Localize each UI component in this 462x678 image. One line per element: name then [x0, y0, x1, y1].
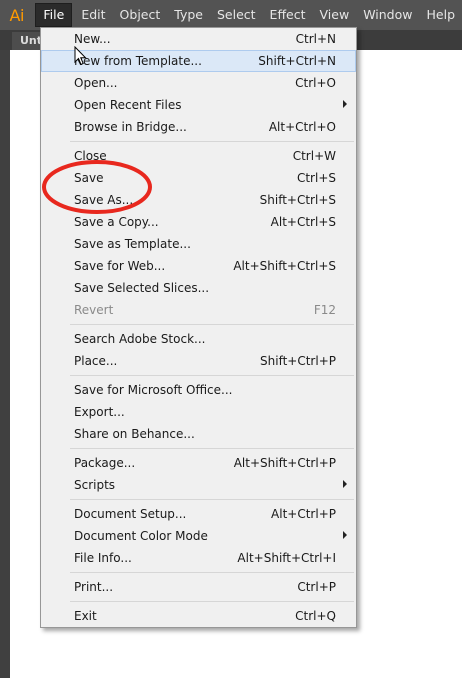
menu-separator: [41, 445, 356, 452]
menu-help[interactable]: Help: [420, 0, 462, 30]
menu-item-new-from-template[interactable]: New from Template... Shift+Ctrl+N: [41, 50, 356, 72]
menu-item-label: Save as Template...: [74, 237, 191, 251]
menu-item-label: Browse in Bridge...: [74, 120, 187, 134]
menu-item-label: Save for Web...: [74, 259, 166, 273]
menu-item-share-on-behance[interactable]: Share on Behance...: [41, 423, 356, 445]
menu-effect[interactable]: Effect: [263, 0, 313, 30]
menu-item-shortcut: Shift+Ctrl+N: [258, 54, 336, 68]
menu-item-exit[interactable]: Exit Ctrl+Q: [41, 605, 356, 627]
menu-item-save-for-web[interactable]: Save for Web... Alt+Shift+Ctrl+S: [41, 255, 356, 277]
menu-item-shortcut: Alt+Ctrl+P: [271, 507, 336, 521]
menu-object[interactable]: Object: [113, 0, 168, 30]
menu-edit[interactable]: Edit: [74, 0, 112, 30]
menu-bar: Ai File Edit Object Type Select Effect V…: [0, 0, 462, 30]
canvas-border: [0, 50, 10, 678]
submenu-arrow-icon: [343, 480, 347, 488]
menu-item-label: Package...: [74, 456, 136, 470]
menu-item-file-info[interactable]: File Info... Alt+Shift+Ctrl+I: [41, 547, 356, 569]
menu-item-export[interactable]: Export...: [41, 401, 356, 423]
menu-item-browse-in-bridge[interactable]: Browse in Bridge... Alt+Ctrl+O: [41, 116, 356, 138]
menu-item-shortcut: Alt+Ctrl+S: [270, 215, 336, 229]
menu-item-shortcut: Ctrl+P: [297, 580, 336, 594]
menu-item-label: File Info...: [74, 551, 132, 565]
menu-item-shortcut: Ctrl+W: [292, 149, 336, 163]
menu-window[interactable]: Window: [356, 0, 419, 30]
menu-item-open-recent-files[interactable]: Open Recent Files: [41, 94, 356, 116]
menu-item-print[interactable]: Print... Ctrl+P: [41, 576, 356, 598]
menu-item-shortcut: Shift+Ctrl+S: [259, 193, 336, 207]
menu-item-document-setup[interactable]: Document Setup... Alt+Ctrl+P: [41, 503, 356, 525]
menu-separator: [41, 321, 356, 328]
menu-item-label: New...: [74, 32, 111, 46]
menu-item-save-as-template[interactable]: Save as Template...: [41, 233, 356, 255]
menu-select[interactable]: Select: [210, 0, 263, 30]
menu-item-label: Save Selected Slices...: [74, 281, 210, 295]
menu-item-label: Place...: [74, 354, 118, 368]
menu-item-shortcut: Ctrl+N: [295, 32, 336, 46]
menu-item-shortcut: Alt+Shift+Ctrl+P: [233, 456, 336, 470]
menu-separator: [41, 372, 356, 379]
menu-item-shortcut: Shift+Ctrl+P: [260, 354, 336, 368]
menu-separator: [41, 569, 356, 576]
menu-type[interactable]: Type: [167, 0, 210, 30]
submenu-arrow-icon: [343, 100, 347, 108]
menu-item-label: Scripts: [74, 478, 116, 492]
menu-item-shortcut: Alt+Shift+Ctrl+S: [233, 259, 336, 273]
menu-item-label: Document Color Mode: [74, 529, 208, 543]
menu-item-package[interactable]: Package... Alt+Shift+Ctrl+P: [41, 452, 356, 474]
file-menu-dropdown: New... Ctrl+N New from Template... Shift…: [40, 27, 357, 628]
menu-item-shortcut: Alt+Ctrl+O: [268, 120, 336, 134]
menu-item-label: Save a Copy...: [74, 215, 159, 229]
menu-item-new[interactable]: New... Ctrl+N: [41, 28, 356, 50]
submenu-arrow-icon: [343, 531, 347, 539]
menu-item-save-selected-slices[interactable]: Save Selected Slices...: [41, 277, 356, 299]
menu-item-label: Search Adobe Stock...: [74, 332, 206, 346]
menu-item-label: Export...: [74, 405, 125, 419]
menu-item-label: Open...: [74, 76, 118, 90]
menu-item-document-color-mode[interactable]: Document Color Mode: [41, 525, 356, 547]
illustrator-logo-icon: Ai: [9, 5, 25, 25]
menu-file[interactable]: File: [35, 3, 73, 27]
menu-item-label: New from Template...: [74, 54, 202, 68]
menu-item-shortcut: Alt+Shift+Ctrl+I: [237, 551, 336, 565]
red-circle-annotation-icon: [42, 160, 152, 214]
menu-separator: [41, 598, 356, 605]
menu-item-label: Open Recent Files: [74, 98, 182, 112]
menu-item-shortcut: Ctrl+Q: [295, 609, 336, 623]
menu-separator: [41, 138, 356, 145]
menu-item-label: Revert: [74, 303, 114, 317]
menu-separator: [41, 496, 356, 503]
menu-item-shortcut: Ctrl+S: [296, 171, 336, 185]
menu-item-revert: Revert F12: [41, 299, 356, 321]
mouse-pointer-icon: [74, 46, 87, 66]
menu-item-open[interactable]: Open... Ctrl+O: [41, 72, 356, 94]
menu-item-place[interactable]: Place... Shift+Ctrl+P: [41, 350, 356, 372]
menu-item-label: Share on Behance...: [74, 427, 195, 441]
menu-item-scripts[interactable]: Scripts: [41, 474, 356, 496]
menu-item-label: Exit: [74, 609, 97, 623]
menu-view[interactable]: View: [313, 0, 357, 30]
menu-item-shortcut: F12: [313, 303, 336, 317]
menu-item-label: Print...: [74, 580, 114, 594]
menu-item-save-for-microsoft-office[interactable]: Save for Microsoft Office...: [41, 379, 356, 401]
menu-item-shortcut: Ctrl+O: [295, 76, 336, 90]
menu-item-label: Document Setup...: [74, 507, 187, 521]
menu-item-label: Save for Microsoft Office...: [74, 383, 233, 397]
menu-item-search-adobe-stock[interactable]: Search Adobe Stock...: [41, 328, 356, 350]
